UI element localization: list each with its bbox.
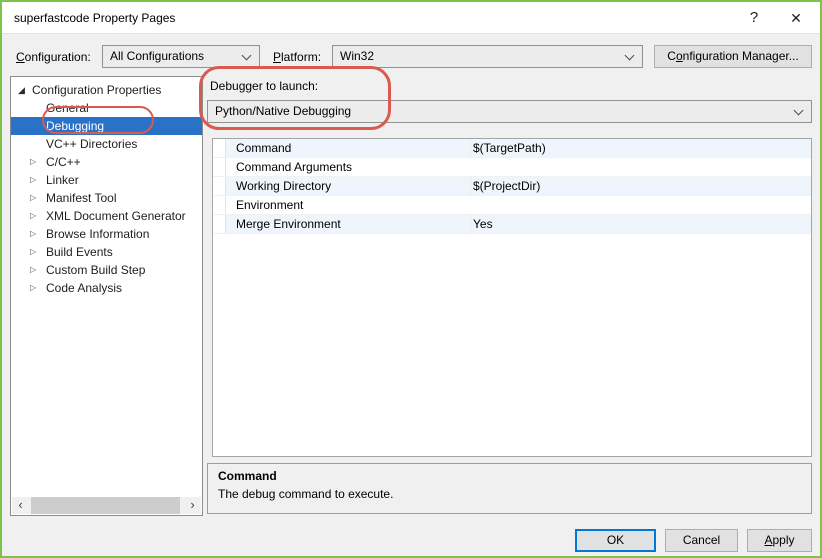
sidebar-item-label: Build Events: [46, 245, 113, 259]
sidebar-item-c-cpp[interactable]: ▷ C/C++: [11, 153, 202, 171]
expander-expanded-icon[interactable]: ◢: [18, 81, 25, 99]
expander-collapsed-icon[interactable]: ▷: [30, 207, 36, 225]
sidebar-item-build-events[interactable]: ▷ Build Events: [11, 243, 202, 261]
debugger-to-launch-label: Debugger to launch:: [210, 79, 319, 93]
sidebar-item-manifest-tool[interactable]: ▷ Manifest Tool: [11, 189, 202, 207]
property-row-command[interactable]: Command $(TargetPath): [213, 139, 811, 158]
property-name: Working Directory: [236, 179, 332, 193]
sidebar-item-label: Custom Build Step: [46, 263, 146, 277]
expander-collapsed-icon[interactable]: ▷: [30, 189, 36, 207]
row-gutter: [213, 215, 226, 233]
expander-collapsed-icon[interactable]: ▷: [30, 153, 36, 171]
configuration-manager-button[interactable]: Configuration Manager...: [654, 45, 812, 68]
row-gutter: [213, 139, 226, 157]
help-icon[interactable]: ?: [742, 6, 766, 30]
sidebar-item-label: Code Analysis: [46, 281, 123, 295]
debugger-select-value: Python/Native Debugging: [215, 104, 352, 118]
description-text: The debug command to execute.: [218, 487, 394, 501]
property-row-environment[interactable]: Environment: [213, 196, 811, 215]
close-icon[interactable]: ✕: [784, 6, 808, 30]
chevron-down-icon: [624, 50, 635, 61]
properties-tree: ◢ Configuration Properties General Debug…: [10, 76, 203, 516]
sidebar-item-label: General: [46, 101, 89, 115]
property-name: Environment: [236, 198, 304, 212]
sidebar-item-browse-information[interactable]: ▷ Browse Information: [11, 225, 202, 243]
scrollbar-thumb[interactable]: [31, 497, 180, 514]
description-title: Command: [218, 469, 277, 483]
configuration-select[interactable]: All Configurations: [102, 45, 260, 68]
property-pages-dialog: superfastcode Property Pages ? ✕ Configu…: [0, 0, 822, 558]
sidebar-item-label: Configuration Properties: [32, 83, 162, 97]
chevron-down-icon: [793, 105, 804, 116]
sidebar-item-custom-build-step[interactable]: ▷ Custom Build Step: [11, 261, 202, 279]
title-bar: superfastcode Property Pages ? ✕: [2, 2, 820, 34]
property-name: Merge Environment: [236, 217, 341, 231]
sidebar-item-linker[interactable]: ▷ Linker: [11, 171, 202, 189]
property-value[interactable]: $(TargetPath): [470, 139, 811, 158]
property-row-working-directory[interactable]: Working Directory $(ProjectDir): [213, 177, 811, 196]
expander-collapsed-icon[interactable]: ▷: [30, 261, 36, 279]
row-gutter: [213, 177, 226, 195]
sidebar-item-label: C/C++: [46, 155, 81, 169]
platform-label: Platform:: [273, 50, 322, 64]
property-row-command-arguments[interactable]: Command Arguments: [213, 158, 811, 177]
description-panel: Command The debug command to execute.: [207, 463, 812, 514]
configuration-select-value: All Configurations: [110, 49, 205, 63]
window-title: superfastcode Property Pages: [14, 11, 176, 25]
platform-select[interactable]: Win32: [332, 45, 643, 68]
platform-select-value: Win32: [340, 49, 375, 63]
sidebar-item-label: Linker: [46, 173, 79, 187]
sidebar-item-debugging[interactable]: Debugging: [11, 117, 202, 135]
scroll-right-icon[interactable]: ›: [184, 497, 201, 514]
row-gutter: [213, 196, 226, 214]
property-grid: Command $(TargetPath) Command Arguments …: [212, 138, 812, 457]
property-name: Command: [236, 141, 292, 155]
property-row-merge-environment[interactable]: Merge Environment Yes: [213, 215, 811, 234]
tree-horizontal-scrollbar[interactable]: ‹ ›: [12, 497, 201, 514]
expander-collapsed-icon[interactable]: ▷: [30, 243, 36, 261]
sidebar-item-label: VC++ Directories: [46, 137, 138, 151]
sidebar-item-configuration-properties[interactable]: ◢ Configuration Properties: [11, 81, 202, 99]
row-gutter: [213, 158, 226, 176]
sidebar-item-label: Browse Information: [46, 227, 150, 241]
ok-button[interactable]: OK: [575, 529, 656, 552]
sidebar-item-general[interactable]: General: [11, 99, 202, 117]
property-value[interactable]: $(ProjectDir): [470, 177, 811, 196]
sidebar-item-label: Manifest Tool: [46, 191, 117, 205]
property-name: Command Arguments: [236, 160, 353, 174]
sidebar-item-code-analysis[interactable]: ▷ Code Analysis: [11, 279, 202, 297]
expander-collapsed-icon[interactable]: ▷: [30, 279, 36, 297]
debugger-select[interactable]: Python/Native Debugging: [207, 100, 812, 123]
sidebar-item-label: XML Document Generator: [46, 209, 186, 223]
cancel-button[interactable]: Cancel: [665, 529, 738, 552]
scroll-left-icon[interactable]: ‹: [12, 497, 29, 514]
expander-collapsed-icon[interactable]: ▷: [30, 225, 36, 243]
sidebar-item-xml-document-generator[interactable]: ▷ XML Document Generator: [11, 207, 202, 225]
property-value[interactable]: Yes: [470, 215, 811, 234]
expander-collapsed-icon[interactable]: ▷: [30, 171, 36, 189]
chevron-down-icon: [241, 50, 252, 61]
sidebar-item-vc-directories[interactable]: VC++ Directories: [11, 135, 202, 153]
sidebar-item-label: Debugging: [46, 119, 105, 133]
configuration-label: Configuration:: [16, 50, 91, 64]
apply-button[interactable]: Apply: [747, 529, 812, 552]
